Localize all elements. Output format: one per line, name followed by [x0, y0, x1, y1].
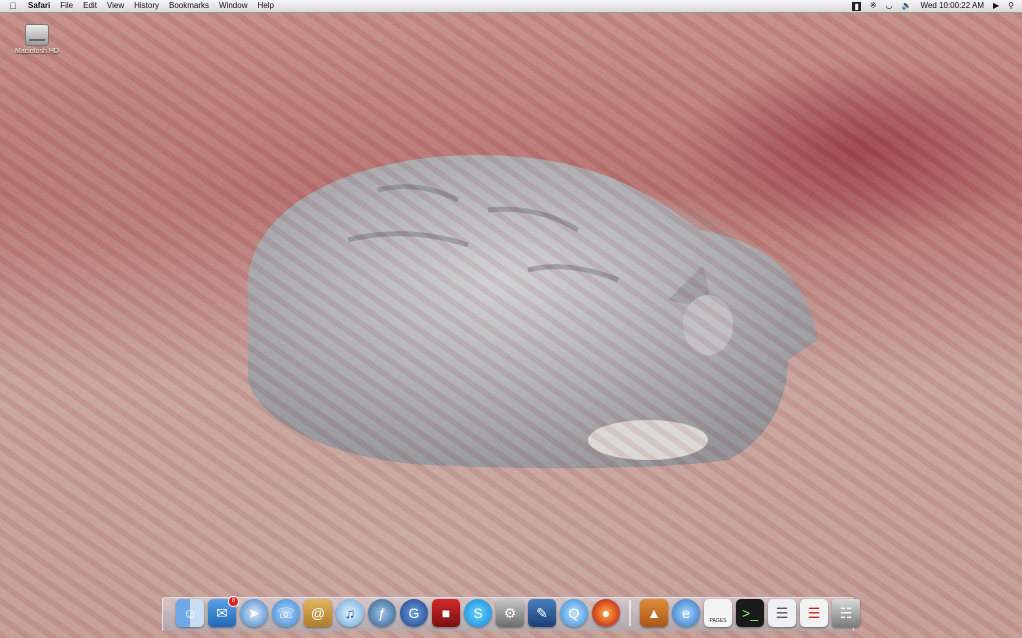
wifi-icon[interactable]: ◡ [886, 0, 893, 12]
mail-badge: 8 [228, 596, 239, 607]
document-stack-icon[interactable]: ☰ [768, 599, 796, 627]
desktop-wallpaper [0, 0, 1022, 638]
volume-icon[interactable]: 🔈 [902, 0, 912, 12]
address-book-icon[interactable]: @ [304, 599, 332, 627]
mail-icon[interactable]: ✉ 8 [208, 596, 239, 627]
downloads-stack-icon[interactable]: ☰ [800, 599, 828, 627]
trash-icon[interactable]: ☵ [832, 599, 860, 627]
cat-photo [247, 155, 818, 469]
menu-clock[interactable]: Wed 10:00:22 AM [921, 0, 984, 12]
menu-window[interactable]: Window [219, 0, 247, 12]
photo-booth-icon[interactable]: ■ [432, 599, 460, 627]
speaker-icon[interactable]: ▶ [993, 0, 999, 12]
quicktime-icon[interactable]: Q [560, 599, 588, 627]
apple-menu-icon[interactable]:  [6, 0, 20, 12]
desktop-icon-hd[interactable]: Macintosh HD [12, 24, 62, 55]
ichat-icon[interactable]: ☏ [272, 599, 300, 627]
firefox-icon[interactable]: ● [592, 599, 620, 627]
menu-app-name[interactable]: Safari [28, 0, 50, 12]
menu-bookmarks[interactable]: Bookmarks [169, 0, 209, 12]
menu-help[interactable]: Help [257, 0, 273, 12]
hard-drive-icon [25, 24, 49, 46]
menu-bar:  Safari File Edit View History Bookmark… [0, 0, 1022, 13]
menu-file[interactable]: File [60, 0, 73, 12]
imovie-icon[interactable]: ✎ [528, 599, 556, 627]
finder-icon[interactable]: ☺ [176, 599, 204, 627]
flash-icon[interactable]: ƒ [368, 599, 396, 627]
applications-stack-icon[interactable]: ▲ [640, 599, 668, 627]
menu-edit[interactable]: Edit [83, 0, 97, 12]
skype-icon[interactable]: S [464, 599, 492, 627]
pages-doc-label: PAGES [709, 618, 727, 624]
menu-extras: ▮ ※ ◡ 🔈 Wed 10:00:22 AM ▶ ⚲ [852, 0, 1014, 12]
system-preferences-icon[interactable]: ⚙ [496, 599, 524, 627]
terminal-icon[interactable]: >_ [736, 599, 764, 627]
spotlight-icon[interactable]: ⚲ [1008, 0, 1014, 12]
internet-stack-icon[interactable]: e [672, 599, 700, 627]
bluetooth-icon[interactable]: ※ [870, 0, 877, 12]
google-earth-icon[interactable]: G [400, 599, 428, 627]
menu-view[interactable]: View [107, 0, 124, 12]
dock-separator [629, 600, 631, 626]
dock: ☺ ✉ 8 ➤ ☏ @ ♫ ƒ G ■ S ⚙ ✎ Q ● ▲ e PAGES … [176, 596, 860, 629]
pages-document-icon[interactable]: PAGES [704, 599, 732, 627]
itunes-icon[interactable]: ♫ [336, 599, 364, 627]
safari-icon[interactable]: ➤ [240, 599, 268, 627]
input-menu-icon[interactable]: ▮ [852, 1, 861, 11]
menu-history[interactable]: History [134, 0, 159, 12]
desktop-icon-label: Macintosh HD [15, 48, 59, 55]
